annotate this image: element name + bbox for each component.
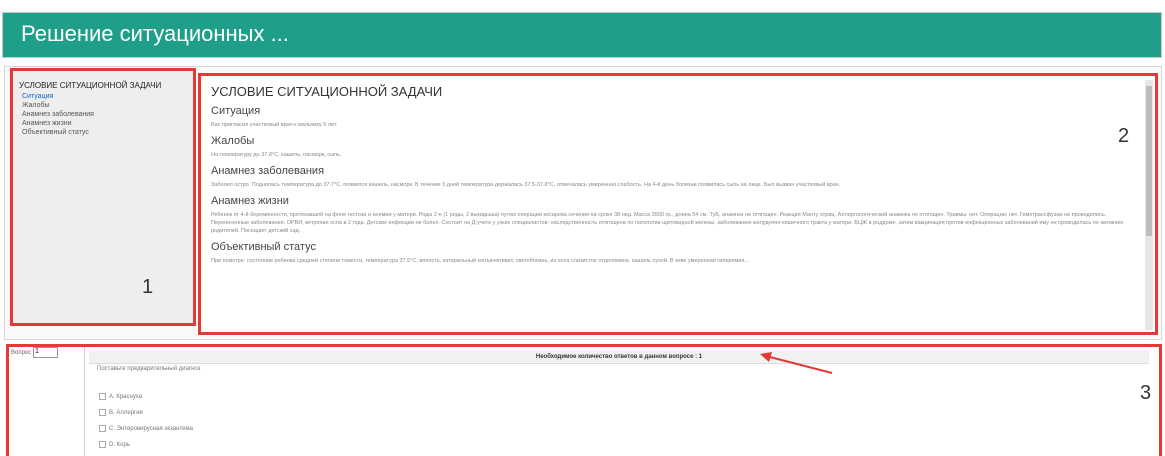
question-panel: Вопрос 1 Необходимое количество ответов … (6, 344, 1162, 456)
section-text: Вас пригласил участковый врач к мальчику… (211, 122, 338, 128)
section-text: На температуру до 37.8°С, кашель, насмор… (211, 152, 342, 158)
option-label: D. Корь (109, 442, 130, 449)
question-text: Поставьте предварительный диагноз (97, 366, 201, 372)
sidebar-nav: УСЛОВИЕ СИТУАЦИОННОЙ ЗАДАЧИ Ситуация Жал… (10, 68, 196, 326)
option-label: A. Краснуха (109, 394, 143, 401)
checkbox[interactable] (99, 441, 106, 448)
page-title: Решение ситуационных ... (21, 21, 289, 46)
marker-3: 3 (1140, 382, 1152, 404)
answer-option-b[interactable]: B. Аллергия (99, 409, 143, 416)
section-text: При осмотре: состояние ребенка средней с… (211, 258, 749, 264)
answer-option-d[interactable]: D. Корь (99, 441, 130, 448)
section-title: Ситуация (211, 105, 261, 117)
section-title: Жалобы (211, 135, 255, 147)
section-title: Анамнез заболевания (211, 165, 325, 177)
section-text: Заболел остро. Поднялась температура до … (211, 182, 841, 188)
answer-option-c[interactable]: C. Энтеровирусная экзантема (99, 425, 193, 432)
section-text: Ребенок от 4-й беременности, протекавшей… (211, 212, 1124, 234)
answer-option-a[interactable]: A. Краснуха (99, 393, 142, 400)
content-scrollbar[interactable] (1145, 80, 1153, 330)
app-header: Решение ситуационных ... (2, 12, 1162, 58)
sidebar-item-complaints[interactable]: Жалобы (19, 101, 187, 110)
question-number: Вопрос 1 (11, 347, 58, 358)
question-number-label: Вопрос (11, 350, 32, 357)
section-title: Объективный статус (211, 241, 316, 253)
question-nav: Вопрос 1 (9, 347, 85, 456)
sidebar-item-disease-anamnesis[interactable]: Анамнез заболевания (19, 110, 187, 119)
section-title: Анамнез жизни (211, 195, 289, 207)
sidebar-item-objective-status[interactable]: Объективный статус (19, 128, 187, 137)
option-label: B. Аллергия (109, 410, 143, 417)
checkbox[interactable] (99, 409, 106, 416)
task-content: УСЛОВИЕ СИТУАЦИОННОЙ ЗАДАЧИ Ситуация Вас… (198, 73, 1158, 335)
marker-1: 1 (142, 276, 154, 298)
top-strip (0, 0, 1165, 12)
scrollbar-thumb[interactable] (1146, 86, 1152, 236)
marker-2: 2 (1118, 125, 1130, 147)
option-label: C. Энтеровирусная экзантема (109, 426, 193, 433)
checkbox[interactable] (99, 425, 106, 432)
answers-required-banner: Необходимое количество ответов в данном … (89, 351, 1149, 364)
checkbox[interactable] (99, 393, 106, 400)
sidebar-item-life-anamnesis[interactable]: Анамнез жизни (19, 119, 187, 128)
sidebar-item-situation[interactable]: Ситуация (19, 92, 187, 101)
content-heading: УСЛОВИЕ СИТУАЦИОННОЙ ЗАДАЧИ (211, 84, 443, 99)
question-number-input[interactable]: 1 (32, 347, 58, 358)
red-arrow-icon (760, 352, 833, 374)
sidebar-title[interactable]: УСЛОВИЕ СИТУАЦИОННОЙ ЗАДАЧИ (19, 81, 187, 90)
